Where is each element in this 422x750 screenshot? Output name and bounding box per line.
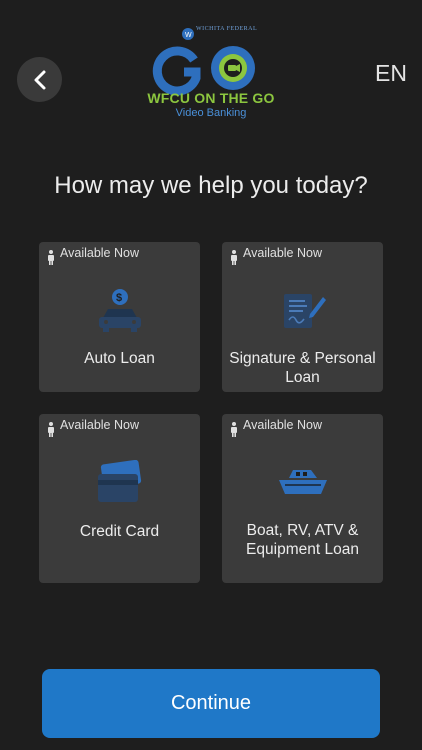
- page-headline: How may we help you today?: [54, 172, 368, 199]
- availability-badge: Available Now: [47, 418, 139, 437]
- person-icon: [231, 250, 237, 265]
- credit-card-icon: [97, 460, 141, 502]
- card-label: Signature & Personal Loan: [229, 350, 376, 386]
- availability-text: Available Now: [60, 418, 139, 432]
- svg-text:$: $: [116, 292, 122, 304]
- logo-subtitle: Video Banking: [175, 107, 247, 119]
- logo-bank-name: WICHITA FEDERAL: [196, 26, 258, 32]
- back-button[interactable]: [17, 57, 62, 102]
- signature-document-icon: [283, 294, 326, 328]
- card-boat-rv-atv-equipment-loan[interactable]: Available Now Boat, RV, ATV & Equipment …: [222, 414, 383, 583]
- svg-text:W: W: [185, 32, 192, 39]
- car-dollar-icon: $: [98, 289, 141, 332]
- availability-badge: Available Now: [230, 246, 322, 265]
- person-icon: [48, 250, 54, 265]
- person-icon: [231, 422, 237, 437]
- card-credit-card[interactable]: Available Now Credit Card: [39, 414, 200, 583]
- availability-text: Available Now: [243, 418, 322, 432]
- logo-title: WFCU ON THE GO: [147, 90, 275, 106]
- card-signature-personal-loan[interactable]: Available Now Signature & Personal Loan: [222, 242, 383, 392]
- person-icon: [48, 422, 54, 437]
- card-label: Credit Card: [79, 523, 160, 540]
- availability-badge: Available Now: [47, 246, 139, 265]
- availability-text: Available Now: [60, 246, 139, 260]
- card-label: Boat, RV, ATV & Equipment Loan: [246, 522, 359, 558]
- app-logo: W WICHITA FEDERAL WFCU ON THE GO Video B…: [140, 22, 282, 124]
- availability-badge: Available Now: [230, 418, 322, 437]
- availability-text: Available Now: [243, 246, 322, 260]
- card-auto-loan[interactable]: Available Now $ Auto Loan: [39, 242, 200, 392]
- boat-icon: [278, 470, 327, 494]
- card-label: Auto Loan: [84, 350, 155, 367]
- continue-button[interactable]: Continue: [42, 669, 380, 738]
- language-selector[interactable]: EN: [375, 60, 407, 87]
- chevron-left-icon: [34, 70, 45, 89]
